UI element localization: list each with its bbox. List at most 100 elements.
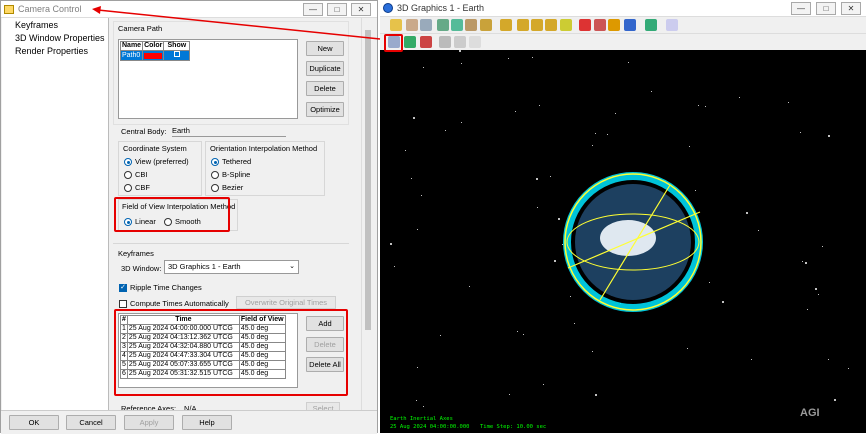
checkmark-icon: ✓ bbox=[119, 284, 127, 293]
nav-item-keyframes[interactable]: Keyframes bbox=[2, 18, 108, 31]
nav-pane: Keyframes 3D Window Properties Render Pr… bbox=[2, 18, 109, 410]
camera-icon[interactable] bbox=[465, 19, 477, 31]
graphics-close-button[interactable]: ✕ bbox=[841, 2, 861, 15]
marker-icon[interactable] bbox=[594, 19, 606, 31]
col-show: Show bbox=[163, 41, 191, 51]
radio-icon bbox=[211, 184, 219, 193]
new-path-button[interactable]: New bbox=[306, 41, 344, 56]
snapshot-icon[interactable] bbox=[666, 19, 678, 31]
duplicate-path-button[interactable]: Duplicate bbox=[306, 61, 344, 76]
record-icon[interactable] bbox=[404, 36, 416, 48]
star bbox=[536, 178, 538, 180]
star bbox=[805, 262, 807, 264]
maximize-button[interactable]: □ bbox=[327, 3, 347, 16]
camera-path-row[interactable]: Path0 bbox=[119, 50, 191, 61]
window-title: Camera Control bbox=[18, 4, 82, 14]
star bbox=[421, 195, 422, 196]
pan-icon[interactable] bbox=[406, 19, 418, 31]
star bbox=[689, 146, 690, 147]
globe-view-icon[interactable] bbox=[624, 19, 636, 31]
view-side-icon[interactable] bbox=[545, 19, 557, 31]
orient-option-tethered[interactable]: Tethered bbox=[211, 157, 251, 167]
star bbox=[537, 207, 538, 208]
agi-logo: AGI bbox=[800, 407, 820, 419]
star bbox=[423, 67, 424, 68]
coord-option-cbf[interactable]: CBF bbox=[124, 183, 150, 193]
radio-icon bbox=[124, 171, 132, 180]
ripple-time-checkbox[interactable]: ✓ Ripple Time Changes bbox=[119, 283, 202, 293]
star bbox=[807, 309, 808, 310]
view-top-icon[interactable] bbox=[531, 19, 543, 31]
open-icon[interactable] bbox=[390, 19, 402, 31]
ruler-icon[interactable] bbox=[608, 19, 620, 31]
graphics-minimize-button[interactable]: — bbox=[791, 2, 811, 15]
orient-option-bspline[interactable]: B-Spline bbox=[211, 170, 250, 180]
coord-option-cbi[interactable]: CBI bbox=[124, 170, 148, 180]
star bbox=[440, 335, 441, 336]
apply-button[interactable]: Apply bbox=[124, 415, 174, 430]
camera-path-list[interactable]: Name Color Show Path0 bbox=[118, 39, 298, 119]
scrollbar-thumb[interactable] bbox=[365, 30, 371, 330]
star bbox=[469, 286, 470, 287]
close-button[interactable]: ✕ bbox=[351, 3, 371, 16]
star bbox=[574, 323, 575, 324]
scrollbar[interactable] bbox=[361, 18, 373, 410]
star bbox=[523, 334, 524, 335]
star bbox=[818, 294, 819, 295]
3d-window-value: 3D Graphics 1 - Earth bbox=[168, 262, 241, 271]
3d-window-dropdown[interactable]: 3D Graphics 1 - Earth ⌄ bbox=[164, 260, 299, 274]
star bbox=[517, 331, 518, 332]
star bbox=[687, 348, 688, 349]
nav-item-3d-window-properties[interactable]: 3D Window Properties bbox=[2, 31, 108, 44]
view-from-icon[interactable] bbox=[437, 19, 449, 31]
delete-path-button[interactable]: Delete bbox=[306, 81, 344, 96]
view-home-icon[interactable] bbox=[500, 19, 512, 31]
toolbar-row-1 bbox=[380, 17, 866, 34]
minimize-button[interactable]: — bbox=[303, 3, 323, 16]
path-show-checkbox[interactable] bbox=[163, 50, 191, 61]
star bbox=[423, 406, 424, 407]
settings-icon[interactable] bbox=[469, 36, 481, 48]
compute-times-checkbox[interactable]: Compute Times Automatically bbox=[119, 299, 229, 309]
3d-window-label: 3D Window: bbox=[121, 264, 162, 273]
app-icon bbox=[4, 4, 14, 14]
keyframes-label: Keyframes bbox=[118, 249, 154, 258]
star bbox=[822, 246, 823, 247]
nav-item-render-properties[interactable]: Render Properties bbox=[2, 44, 108, 57]
properties-icon[interactable] bbox=[480, 19, 492, 31]
view-north-icon[interactable] bbox=[517, 19, 529, 31]
orientation-interp-label: Orientation Interpolation Method bbox=[210, 144, 318, 153]
checkbox-icon bbox=[119, 300, 127, 309]
chevron-down-icon: ⌄ bbox=[289, 263, 295, 270]
zoom-icon[interactable] bbox=[420, 19, 432, 31]
graphics-window-title: 3D Graphics 1 - Earth bbox=[397, 3, 485, 13]
measure-icon[interactable] bbox=[560, 19, 572, 31]
axes-icon[interactable] bbox=[439, 36, 451, 48]
star bbox=[595, 133, 596, 134]
radio-icon bbox=[124, 184, 132, 193]
frame-icon[interactable] bbox=[454, 36, 466, 48]
ok-button[interactable]: OK bbox=[9, 415, 59, 430]
star bbox=[459, 50, 461, 52]
star bbox=[595, 394, 597, 396]
cancel-button[interactable]: Cancel bbox=[66, 415, 116, 430]
star bbox=[698, 105, 699, 106]
star bbox=[705, 106, 706, 107]
star bbox=[828, 135, 830, 137]
orient-option-bezier[interactable]: Bezier bbox=[211, 183, 243, 193]
coord-option-view[interactable]: View (preferred) bbox=[124, 157, 189, 167]
overwrite-times-button[interactable]: Overwrite Original Times bbox=[236, 296, 336, 309]
star bbox=[515, 111, 516, 112]
path-icon[interactable] bbox=[420, 36, 432, 48]
radio-icon bbox=[211, 171, 219, 180]
star bbox=[461, 122, 462, 123]
earth-icon[interactable] bbox=[645, 19, 657, 31]
optimize-path-button[interactable]: Optimize bbox=[306, 102, 344, 117]
pencil-icon[interactable] bbox=[579, 19, 591, 31]
star bbox=[800, 132, 801, 133]
path-color-swatch[interactable] bbox=[142, 50, 165, 61]
status-axes: Earth Inertial Axes bbox=[390, 416, 453, 422]
graphics-maximize-button[interactable]: □ bbox=[816, 2, 836, 15]
view-to-icon[interactable] bbox=[451, 19, 463, 31]
help-button[interactable]: Help bbox=[182, 415, 232, 430]
